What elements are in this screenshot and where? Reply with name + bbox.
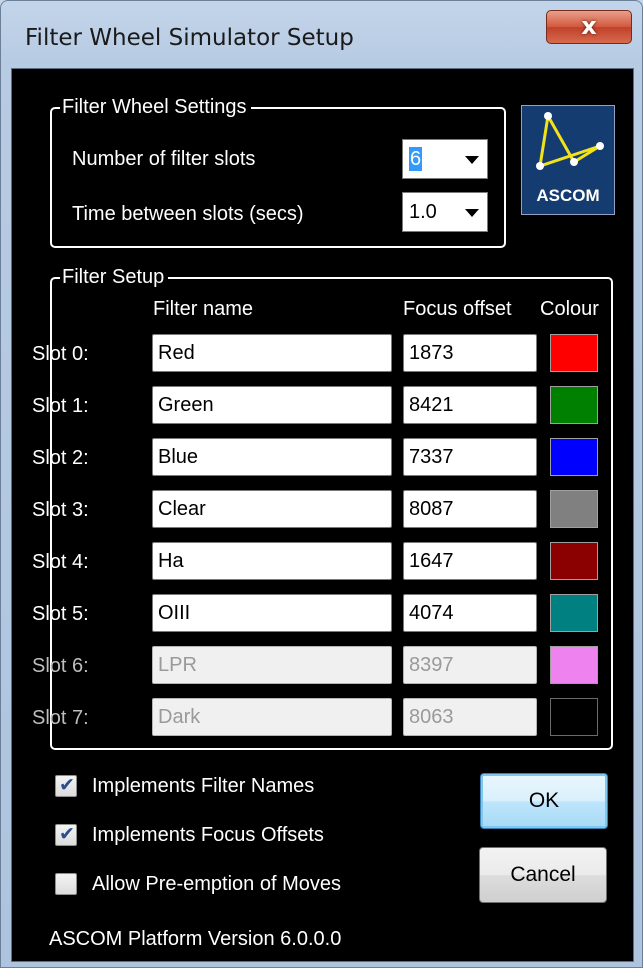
focus-offset-value: 8087 [409,498,454,520]
focus-offset-field[interactable]: 4074 [403,594,537,632]
focus-offset-value: 1647 [409,550,454,572]
title-bar[interactable]: Filter Wheel Simulator Setup x [1,1,642,67]
option-checkbox[interactable]: ✔ [55,775,77,797]
column-header-colour: Colour [540,298,599,320]
close-button[interactable]: x [546,10,632,44]
slot-label: Slot 4: [32,551,89,573]
colour-swatch[interactable] [550,334,598,372]
filter-name-field[interactable]: Blue [152,438,392,476]
focus-offset-field: 8397 [403,646,537,684]
filter-name-value: Dark [158,706,201,728]
option-label[interactable]: Implements Filter Names [92,774,314,798]
option-checkbox[interactable]: ✔ [55,824,77,846]
window-title: Filter Wheel Simulator Setup [25,25,354,51]
slot-label: Slot 5: [32,603,89,625]
focus-offset-value: 7337 [409,446,454,468]
colour-swatch[interactable] [550,438,598,476]
colour-swatch[interactable] [550,542,598,580]
filter-name-field: Dark [152,698,392,736]
group-title: Filter Setup [60,265,169,289]
ascom-logo: ASCOM [521,105,615,215]
ascom-star-icon [536,112,604,170]
colour-swatch[interactable] [550,386,598,424]
dropdown-arrow-icon [465,209,479,217]
filter-name-field[interactable]: Ha [152,542,392,580]
num-slots-label: Number of filter slots [72,148,256,170]
focus-offset-field: 8063 [403,698,537,736]
slot-label: Slot 7: [32,707,89,729]
group-title: Filter Wheel Settings [60,95,251,119]
colour-swatch[interactable] [550,646,598,684]
filter-name-value: Clear [158,498,206,520]
focus-offset-field[interactable]: 8087 [403,490,537,528]
filter-name-field[interactable]: OIII [152,594,392,632]
num-slots-value: 6 [409,147,423,171]
column-header-filter-name: Filter name [153,298,254,320]
focus-offset-field[interactable]: 1647 [403,542,537,580]
cancel-button[interactable]: Cancel [479,847,607,903]
dropdown-arrow-icon [465,156,479,164]
colour-swatch[interactable] [550,698,598,736]
ok-button[interactable]: OK [480,773,608,829]
filter-name-value: OIII [158,602,191,624]
slot-label: Slot 6: [32,655,89,677]
slot-label: Slot 1: [32,395,89,417]
slot-label: Slot 0: [32,343,89,365]
time-between-slots-value: 1.0 [409,201,437,223]
filter-name-field[interactable]: Red [152,334,392,372]
num-slots-select[interactable]: 6 [402,139,488,179]
focus-offset-value: 4074 [409,602,454,624]
filter-name-value: LPR [158,654,197,676]
filter-name-value: Green [158,394,214,416]
checkmark-icon: ✔ [59,775,75,796]
focus-offset-value: 8397 [409,654,454,676]
focus-offset-field[interactable]: 7337 [403,438,537,476]
logo-text: ASCOM [536,186,600,205]
filter-name-value: Red [158,342,195,364]
dialog-body: Filter Wheel Settings Number of filter s… [11,68,634,962]
time-between-slots-select[interactable]: 1.0 [402,192,488,232]
filter-name-field[interactable]: Green [152,386,392,424]
filter-name-value: Ha [158,550,184,572]
focus-offset-field[interactable]: 1873 [403,334,537,372]
platform-version: ASCOM Platform Version 6.0.0.0 [49,928,342,950]
filter-name-field[interactable]: Clear [152,490,392,528]
close-icon: x [581,12,597,40]
focus-offset-field[interactable]: 8421 [403,386,537,424]
option-checkbox[interactable] [55,873,77,895]
option-label[interactable]: Implements Focus Offsets [92,823,324,847]
filter-name-value: Blue [158,446,199,468]
filter-name-field: LPR [152,646,392,684]
column-header-focus-offset: Focus offset [403,298,512,320]
time-between-slots-label: Time between slots (secs) [72,203,304,225]
slot-label: Slot 2: [32,447,89,469]
option-label[interactable]: Allow Pre-emption of Moves [92,872,341,896]
setup-dialog: Filter Wheel Simulator Setup x Filter Wh… [0,0,643,968]
colour-swatch[interactable] [550,490,598,528]
colour-swatch[interactable] [550,594,598,632]
focus-offset-value: 8063 [409,706,454,728]
slot-label: Slot 3: [32,499,89,521]
checkmark-icon: ✔ [59,824,75,845]
focus-offset-value: 1873 [409,342,454,364]
focus-offset-value: 8421 [409,394,454,416]
